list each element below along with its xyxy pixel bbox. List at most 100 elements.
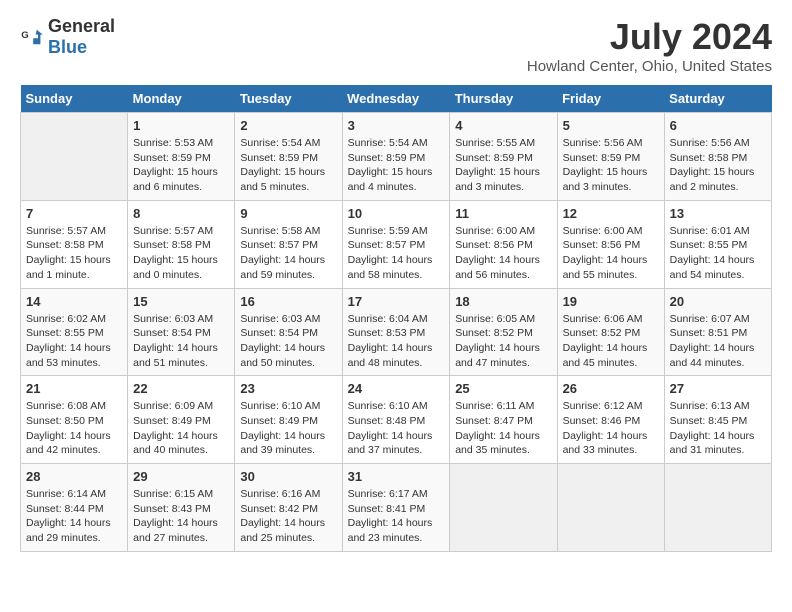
day-number: 4 xyxy=(455,118,551,133)
day-header-thursday: Thursday xyxy=(450,85,557,113)
day-number: 11 xyxy=(455,206,551,221)
day-header-wednesday: Wednesday xyxy=(342,85,450,113)
logo-icon: G xyxy=(20,25,44,49)
calendar-cell: 8 Sunrise: 5:57 AM Sunset: 8:58 PM Daylig… xyxy=(128,200,235,288)
logo: G General Blue xyxy=(20,16,115,58)
day-number: 17 xyxy=(348,294,445,309)
day-number: 14 xyxy=(26,294,122,309)
day-info: Sunrise: 6:10 AM Sunset: 8:49 PM Dayligh… xyxy=(240,399,336,458)
day-info: Sunrise: 6:00 AM Sunset: 8:56 PM Dayligh… xyxy=(455,224,551,283)
day-number: 10 xyxy=(348,206,445,221)
day-info: Sunrise: 6:01 AM Sunset: 8:55 PM Dayligh… xyxy=(670,224,766,283)
week-row-4: 21Sunrise: 6:08 AM Sunset: 8:50 PM Dayli… xyxy=(21,376,772,464)
day-number: 1 xyxy=(133,118,229,133)
day-info: Sunrise: 6:02 AM Sunset: 8:55 PM Dayligh… xyxy=(26,312,122,371)
day-info: Sunrise: 6:16 AM Sunset: 8:42 PM Dayligh… xyxy=(240,487,336,546)
calendar-table: SundayMondayTuesdayWednesdayThursdayFrid… xyxy=(20,85,772,552)
day-info: Sunrise: 6:09 AM Sunset: 8:49 PM Dayligh… xyxy=(133,399,229,458)
day-info: Sunrise: 6:06 AM Sunset: 8:52 PM Dayligh… xyxy=(563,312,659,371)
calendar-cell: 21Sunrise: 6:08 AM Sunset: 8:50 PM Dayli… xyxy=(21,376,128,464)
calendar-cell: 24 Sunrise: 6:10 AM Sunset: 8:48 PM Dayli… xyxy=(342,376,450,464)
day-info: Sunrise: 5:57 AM Sunset: 8:58 PM Dayligh… xyxy=(133,224,229,283)
day-number: 12 xyxy=(563,206,659,221)
calendar-cell: 9Sunrise: 5:58 AM Sunset: 8:57 PM Daylig… xyxy=(235,200,342,288)
day-number: 18 xyxy=(455,294,551,309)
day-header-saturday: Saturday xyxy=(664,85,771,113)
calendar-cell xyxy=(21,113,128,201)
header-row: SundayMondayTuesdayWednesdayThursdayFrid… xyxy=(21,85,772,113)
day-number: 15 xyxy=(133,294,229,309)
day-number: 22 xyxy=(133,381,229,396)
main-title: July 2024 xyxy=(527,16,772,58)
calendar-cell: 23 Sunrise: 6:10 AM Sunset: 8:49 PM Dayli… xyxy=(235,376,342,464)
day-number: 30 xyxy=(240,469,336,484)
day-info: Sunrise: 6:17 AM Sunset: 8:41 PM Dayligh… xyxy=(348,487,445,546)
day-number: 23 xyxy=(240,381,336,396)
calendar-cell: 22 Sunrise: 6:09 AM Sunset: 8:49 PM Dayli… xyxy=(128,376,235,464)
day-number: 16 xyxy=(240,294,336,309)
calendar-cell: 19 Sunrise: 6:06 AM Sunset: 8:52 PM Dayli… xyxy=(557,288,664,376)
day-number: 19 xyxy=(563,294,659,309)
day-info: Sunrise: 6:00 AM Sunset: 8:56 PM Dayligh… xyxy=(563,224,659,283)
calendar-cell: 30 Sunrise: 6:16 AM Sunset: 8:42 PM Dayli… xyxy=(235,464,342,552)
day-info: Sunrise: 6:13 AM Sunset: 8:45 PM Dayligh… xyxy=(670,399,766,458)
day-number: 6 xyxy=(670,118,766,133)
day-info: Sunrise: 5:58 AM Sunset: 8:57 PM Dayligh… xyxy=(240,224,336,283)
calendar-cell: 5Sunrise: 5:56 AM Sunset: 8:59 PM Daylig… xyxy=(557,113,664,201)
day-info: Sunrise: 5:55 AM Sunset: 8:59 PM Dayligh… xyxy=(455,136,551,195)
calendar-cell: 15 Sunrise: 6:03 AM Sunset: 8:54 PM Dayli… xyxy=(128,288,235,376)
calendar-cell: 7Sunrise: 5:57 AM Sunset: 8:58 PM Daylig… xyxy=(21,200,128,288)
day-number: 27 xyxy=(670,381,766,396)
day-info: Sunrise: 5:57 AM Sunset: 8:58 PM Dayligh… xyxy=(26,224,122,283)
day-info: Sunrise: 6:11 AM Sunset: 8:47 PM Dayligh… xyxy=(455,399,551,458)
calendar-cell: 4 Sunrise: 5:55 AM Sunset: 8:59 PM Daylig… xyxy=(450,113,557,201)
calendar-cell: 6 Sunrise: 5:56 AM Sunset: 8:58 PM Daylig… xyxy=(664,113,771,201)
day-number: 5 xyxy=(563,118,659,133)
calendar-cell: 26Sunrise: 6:12 AM Sunset: 8:46 PM Dayli… xyxy=(557,376,664,464)
day-info: Sunrise: 6:10 AM Sunset: 8:48 PM Dayligh… xyxy=(348,399,445,458)
day-info: Sunrise: 6:15 AM Sunset: 8:43 PM Dayligh… xyxy=(133,487,229,546)
day-number: 21 xyxy=(26,381,122,396)
calendar-cell: 28 Sunrise: 6:14 AM Sunset: 8:44 PM Dayli… xyxy=(21,464,128,552)
day-info: Sunrise: 6:03 AM Sunset: 8:54 PM Dayligh… xyxy=(133,312,229,371)
day-info: Sunrise: 6:04 AM Sunset: 8:53 PM Dayligh… xyxy=(348,312,445,371)
calendar-cell xyxy=(450,464,557,552)
day-info: Sunrise: 6:14 AM Sunset: 8:44 PM Dayligh… xyxy=(26,487,122,546)
day-info: Sunrise: 5:53 AM Sunset: 8:59 PM Dayligh… xyxy=(133,136,229,195)
day-header-friday: Friday xyxy=(557,85,664,113)
day-number: 29 xyxy=(133,469,229,484)
day-info: Sunrise: 6:07 AM Sunset: 8:51 PM Dayligh… xyxy=(670,312,766,371)
header: G General Blue July 2024 Howland Center,… xyxy=(20,16,772,75)
calendar-cell xyxy=(664,464,771,552)
calendar-cell: 20Sunrise: 6:07 AM Sunset: 8:51 PM Dayli… xyxy=(664,288,771,376)
day-info: Sunrise: 6:03 AM Sunset: 8:54 PM Dayligh… xyxy=(240,312,336,371)
calendar-cell: 29 Sunrise: 6:15 AM Sunset: 8:43 PM Dayli… xyxy=(128,464,235,552)
sub-title: Howland Center, Ohio, United States xyxy=(527,58,772,75)
calendar-cell: 16 Sunrise: 6:03 AM Sunset: 8:54 PM Dayli… xyxy=(235,288,342,376)
day-header-monday: Monday xyxy=(128,85,235,113)
calendar-cell: 3Sunrise: 5:54 AM Sunset: 8:59 PM Daylig… xyxy=(342,113,450,201)
logo-blue: Blue xyxy=(48,37,87,57)
calendar-cell: 10 Sunrise: 5:59 AM Sunset: 8:57 PM Dayli… xyxy=(342,200,450,288)
day-number: 28 xyxy=(26,469,122,484)
title-area: July 2024 Howland Center, Ohio, United S… xyxy=(527,16,772,75)
calendar-cell: 1 Sunrise: 5:53 AM Sunset: 8:59 PM Daylig… xyxy=(128,113,235,201)
week-row-1: 1 Sunrise: 5:53 AM Sunset: 8:59 PM Daylig… xyxy=(21,113,772,201)
day-number: 31 xyxy=(348,469,445,484)
svg-text:G: G xyxy=(21,30,28,41)
day-number: 24 xyxy=(348,381,445,396)
calendar-cell: 18Sunrise: 6:05 AM Sunset: 8:52 PM Dayli… xyxy=(450,288,557,376)
logo-text: General Blue xyxy=(48,16,115,58)
week-row-5: 28 Sunrise: 6:14 AM Sunset: 8:44 PM Dayli… xyxy=(21,464,772,552)
calendar-cell: 11 Sunrise: 6:00 AM Sunset: 8:56 PM Dayli… xyxy=(450,200,557,288)
day-info: Sunrise: 5:54 AM Sunset: 8:59 PM Dayligh… xyxy=(348,136,445,195)
calendar-cell: 25 Sunrise: 6:11 AM Sunset: 8:47 PM Dayli… xyxy=(450,376,557,464)
day-number: 26 xyxy=(563,381,659,396)
day-number: 25 xyxy=(455,381,551,396)
day-info: Sunrise: 5:56 AM Sunset: 8:58 PM Dayligh… xyxy=(670,136,766,195)
logo-general: General xyxy=(48,16,115,36)
day-number: 8 xyxy=(133,206,229,221)
day-info: Sunrise: 5:59 AM Sunset: 8:57 PM Dayligh… xyxy=(348,224,445,283)
day-header-sunday: Sunday xyxy=(21,85,128,113)
calendar-cell: 14 Sunrise: 6:02 AM Sunset: 8:55 PM Dayli… xyxy=(21,288,128,376)
